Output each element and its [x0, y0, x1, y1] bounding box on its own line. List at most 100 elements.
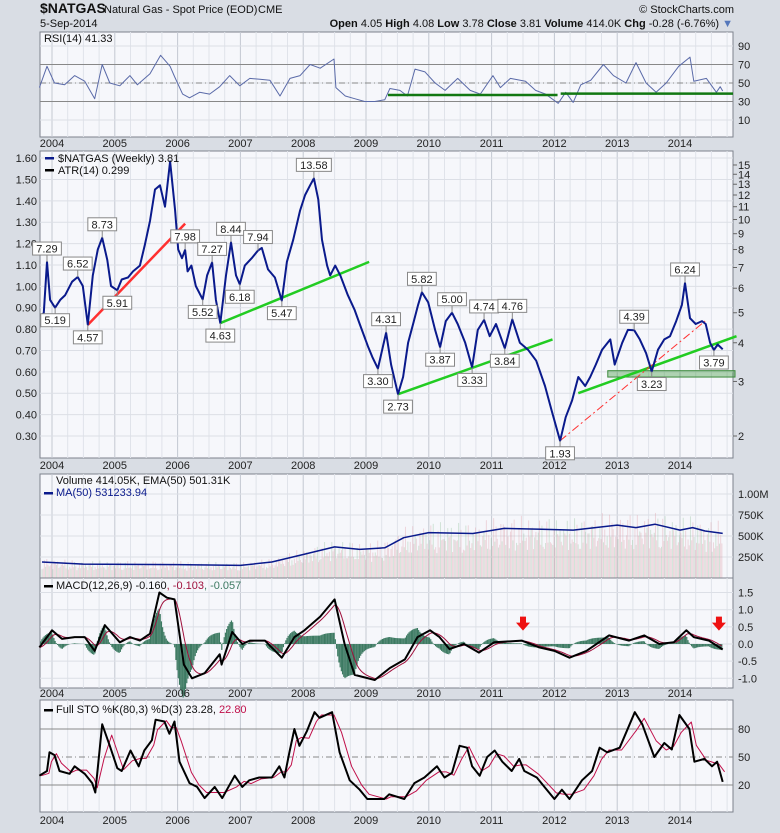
- volume-bar: [486, 520, 487, 578]
- volume-bar: [312, 561, 313, 578]
- volume-bar: [258, 565, 259, 578]
- macd-histogram-bar: [149, 639, 150, 644]
- volume-bar: [399, 553, 400, 578]
- volume-bar: [96, 569, 97, 578]
- macd-histogram-bar: [302, 636, 303, 644]
- macd-histogram-bar: [710, 644, 711, 648]
- volume-bar: [394, 541, 395, 578]
- macd-histogram-bar: [544, 644, 545, 647]
- atr-tick-label: 1.40: [16, 196, 37, 208]
- volume-bar: [284, 566, 285, 578]
- volume-bar: [211, 567, 212, 578]
- macd-histogram-bar: [365, 644, 366, 650]
- chg-down-icon[interactable]: ▼: [722, 18, 733, 30]
- macd-histogram-bar: [476, 644, 477, 649]
- volume-bar: [224, 567, 225, 578]
- macd-histogram-bar: [320, 635, 321, 644]
- macd-histogram-bar: [174, 644, 175, 647]
- macd-histogram-bar: [179, 644, 180, 685]
- volume-bar: [423, 528, 424, 578]
- volume-bar: [660, 548, 661, 578]
- volume-bar: [297, 561, 298, 578]
- volume-bar: [80, 568, 81, 578]
- year-label: 2004: [40, 460, 64, 472]
- annotation-label: 4.74: [473, 301, 494, 313]
- macd-histogram-bar: [137, 644, 138, 646]
- macd-histogram-bar: [256, 643, 257, 644]
- volume-bar: [376, 555, 377, 578]
- volume-bar: [574, 518, 575, 578]
- macd-histogram-bar: [329, 633, 330, 644]
- year-label: 2010: [417, 138, 441, 150]
- volume-bar: [113, 566, 114, 578]
- volume-bar: [330, 561, 331, 578]
- macd-histogram-bar: [679, 638, 680, 644]
- macd-histogram-bar: [209, 636, 210, 644]
- year-label: 2006: [165, 460, 189, 472]
- macd-histogram-bar: [126, 643, 127, 644]
- volume-bar: [343, 558, 344, 578]
- annotation-label: 13.58: [300, 160, 328, 172]
- macd-histogram-bar: [245, 644, 246, 645]
- volume-bar: [124, 568, 125, 578]
- volume-bar: [150, 568, 151, 578]
- annotation-label: 5.19: [44, 315, 65, 327]
- volume-bar: [419, 532, 420, 578]
- year-label: 2011: [480, 460, 504, 472]
- atr-tick-label: 0.40: [16, 410, 37, 422]
- macd-histogram-bar: [455, 644, 456, 645]
- volume-bar: [267, 568, 268, 578]
- macd-histogram-bar: [167, 641, 168, 644]
- macd-histogram-bar: [477, 644, 478, 649]
- macd-histogram-bar: [196, 644, 197, 653]
- macd-histogram-bar: [248, 643, 249, 644]
- macd-histogram-bar: [622, 644, 623, 646]
- macd-histogram-bar: [555, 644, 556, 647]
- macd-histogram-bar: [515, 643, 516, 644]
- macd-histogram-bar: [224, 637, 225, 644]
- annotation-label: 4.39: [623, 312, 644, 324]
- macd-histogram-bar: [282, 644, 283, 652]
- macd-histogram-bar: [238, 644, 239, 645]
- volume-bar: [481, 547, 482, 578]
- macd-histogram-bar: [402, 638, 403, 644]
- volume-bar: [671, 549, 672, 578]
- volume-bar: [682, 538, 683, 578]
- volume-bar: [398, 536, 399, 578]
- volume-bar: [231, 569, 232, 578]
- macd-histogram-bar: [308, 636, 309, 644]
- close-label: Close: [487, 18, 517, 30]
- volume-bar: [533, 549, 534, 578]
- macd-histogram-bar: [120, 644, 121, 652]
- volume-bar: [632, 540, 633, 578]
- volume-bar: [333, 551, 334, 578]
- macd-histogram-bar: [65, 644, 66, 646]
- year-label: 2012: [542, 138, 566, 150]
- macd-histogram-bar: [437, 644, 438, 648]
- macd-histogram-bar: [360, 644, 361, 656]
- year-label: 2010: [417, 460, 441, 472]
- volume-bar: [262, 568, 263, 578]
- macd-histogram-bar: [408, 632, 409, 644]
- macd-histogram-bar: [629, 644, 630, 645]
- macd-histogram-bar: [312, 636, 313, 644]
- macd-histogram-bar: [553, 644, 554, 646]
- volume-bar: [361, 555, 362, 578]
- macd-histogram-bar: [388, 637, 389, 644]
- volume-bar: [278, 558, 279, 578]
- volume-bar: [81, 563, 82, 578]
- macd-histogram-bar: [335, 639, 336, 644]
- volume-bar: [323, 558, 324, 578]
- volume-bar: [137, 566, 138, 578]
- volume-bar: [668, 537, 669, 578]
- volume-bar: [666, 535, 667, 578]
- year-label: 2014: [668, 460, 692, 472]
- year-label: 2008: [291, 138, 315, 150]
- volume-bar: [562, 545, 563, 578]
- macd-histogram-bar: [317, 636, 318, 644]
- volume-bar: [568, 550, 569, 578]
- year-label: 2008: [291, 815, 315, 827]
- volume-bar: [582, 543, 583, 578]
- volume-bar: [190, 563, 191, 578]
- sto-tick-label: 50: [738, 752, 750, 764]
